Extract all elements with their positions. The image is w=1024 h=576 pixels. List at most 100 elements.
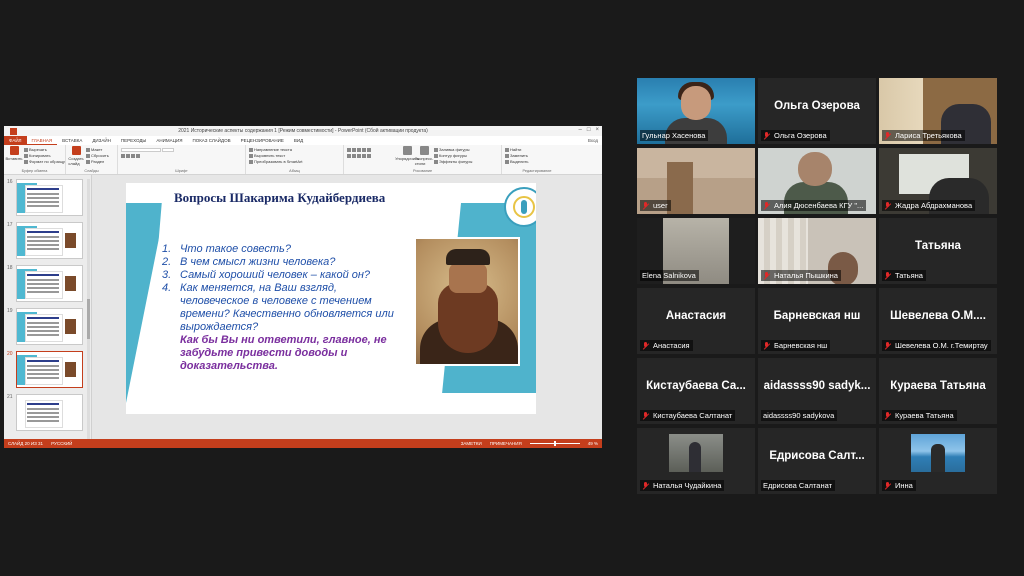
shape-icon[interactable]	[352, 147, 356, 152]
comments-button[interactable]: ПРИМЕЧАНИЯ	[490, 441, 522, 446]
participant-tile[interactable]: aidassss90 sadyk... aidassss90 sadykova	[758, 358, 876, 424]
participant-tile[interactable]: Инна	[879, 428, 997, 494]
language-indicator[interactable]: РУССКИЙ	[51, 441, 72, 446]
font-size-field[interactable]	[162, 147, 174, 152]
shape-icon[interactable]	[367, 147, 371, 152]
tab-animation[interactable]: АНИМАЦИЯ	[151, 136, 187, 145]
reset-button[interactable]: Сбросить	[86, 153, 109, 158]
slide-title[interactable]: Вопросы Шакарима Кудайбердиева	[174, 190, 385, 206]
thumbnails-scrollbar[interactable]	[87, 179, 90, 439]
participant-name-label: Барневская нш	[761, 340, 831, 351]
ppt-title-bar: 2021 Исторические аспекты содержания 1 […	[4, 126, 602, 136]
close-icon[interactable]: ×	[595, 127, 599, 133]
participant-display-name: Барневская нш	[773, 310, 861, 322]
signin-link[interactable]: Вход	[588, 138, 602, 143]
shape-icon[interactable]	[367, 153, 371, 158]
slide-thumbnail[interactable]: 21	[4, 394, 91, 431]
participant-tile[interactable]: Жадра Абдрахманова	[879, 148, 997, 214]
format-painter-button[interactable]: Формат по образцу	[24, 159, 65, 164]
participant-tile[interactable]: Elena Salnikova	[637, 218, 755, 284]
participant-tile[interactable]: Татьяна Татьяна	[879, 218, 997, 284]
copy-button[interactable]: Копировать	[24, 153, 65, 158]
underline-icon[interactable]	[131, 153, 135, 158]
participant-tile[interactable]: Гульнар Хасенова	[637, 78, 755, 144]
slide-thumbnails-pane[interactable]: 16 17 18 19 20 21	[4, 175, 92, 439]
text-direction-button[interactable]: Направление текста	[249, 147, 303, 152]
ribbon-group-font: Шрифт	[118, 145, 246, 174]
participant-name-label: Шевелева О.М. г.Темиртау	[882, 340, 991, 351]
slide-thumbnail[interactable]: 18	[4, 265, 91, 302]
smartart-button[interactable]: Преобразовать в SmartArt	[249, 159, 303, 164]
participant-tile[interactable]: Кистаубаева Са... Кистаубаева Салтанат	[637, 358, 755, 424]
participant-tile[interactable]: Шевелева О.М.... Шевелева О.М. г.Темиртау	[879, 288, 997, 354]
section-button[interactable]: Раздел	[86, 159, 109, 164]
slide-thumbnail[interactable]: 17	[4, 222, 91, 259]
slide-editing-area[interactable]: Вопросы Шакарима Кудайбердиева 1. Что так…	[92, 175, 602, 439]
shape-icon[interactable]	[357, 147, 361, 152]
slide-question-list[interactable]: 1. Что такое совесть? 2. В чем смысл жизни…	[162, 243, 402, 373]
thumbnail-number: 16	[7, 179, 13, 185]
muted-mic-icon	[763, 201, 771, 210]
participant-tile[interactable]: Ольга Озерова Ольга Озерова	[758, 78, 876, 144]
participant-name-label: aidassss90 sadykova	[761, 410, 838, 421]
ribbon-group-clipboard: Вставить Вырезать Копировать Формат по о…	[4, 145, 66, 174]
participant-tile[interactable]: Алия Дюсенбаева КГУ "...	[758, 148, 876, 214]
slide-thumbnail[interactable]: 19	[4, 308, 91, 345]
minimize-icon[interactable]: –	[579, 127, 582, 133]
maximize-icon[interactable]: □	[587, 127, 591, 133]
participant-name: Кураева Татьяна	[895, 411, 954, 420]
shadow-icon[interactable]	[136, 153, 140, 158]
slide-thumbnail-selected[interactable]: 20	[4, 351, 91, 388]
font-name-box[interactable]	[121, 147, 175, 152]
notes-button[interactable]: ЗАМЕТКИ	[461, 441, 482, 446]
shape-icon[interactable]	[347, 153, 351, 158]
shape-fill-button[interactable]: Заливка фигуры	[434, 147, 472, 152]
cut-button[interactable]: Вырезать	[24, 147, 65, 152]
participant-tile[interactable]: Барневская нш Барневская нш	[758, 288, 876, 354]
zoom-slider[interactable]	[529, 441, 580, 446]
participant-tile[interactable]: Наталья Пышкина	[758, 218, 876, 284]
muted-mic-icon	[884, 481, 892, 490]
participant-display-name: Шевелева О.М....	[890, 310, 986, 322]
tab-file[interactable]: ФАЙЛ	[4, 136, 27, 145]
tab-design[interactable]: ДИЗАЙН	[87, 136, 116, 145]
participant-name: Ольга Озерова	[774, 131, 827, 140]
zoom-level[interactable]: 49 %	[588, 441, 598, 446]
tab-home[interactable]: ГЛАВНАЯ	[26, 136, 58, 145]
scissors-icon	[24, 147, 28, 152]
shape-outline-button[interactable]: Контур фигуры	[434, 153, 472, 158]
tab-slideshow[interactable]: ПОКАЗ СЛАЙДОВ	[187, 136, 235, 145]
shape-icon[interactable]	[362, 153, 366, 158]
find-button[interactable]: Найти	[505, 147, 528, 152]
tab-insert[interactable]: ВСТАВКА	[57, 136, 87, 145]
replace-button[interactable]: Заменить	[505, 153, 528, 158]
muted-mic-icon	[642, 481, 650, 490]
participant-tile[interactable]: Наталья Чудайкина	[637, 428, 755, 494]
participant-tile[interactable]: Анастасия Анастасия	[637, 288, 755, 354]
tab-review[interactable]: РЕЦЕНЗИРОВАНИЕ	[236, 136, 289, 145]
shape-icon[interactable]	[357, 153, 361, 158]
find-icon	[505, 147, 509, 152]
bold-icon[interactable]	[121, 153, 125, 158]
align-text-button[interactable]: Выровнять текст	[249, 153, 303, 158]
shape-icon[interactable]	[352, 153, 356, 158]
shared-screen-powerpoint[interactable]: 2021 Исторические аспекты содержания 1 […	[4, 126, 602, 448]
font-name-field[interactable]	[121, 147, 161, 152]
tab-view[interactable]: ВИД	[289, 136, 308, 145]
shape-icon[interactable]	[347, 147, 351, 152]
tab-transitions[interactable]: ПЕРЕХОДЫ	[116, 136, 152, 145]
select-button[interactable]: Выделить	[505, 159, 528, 164]
font-style-buttons[interactable]	[121, 153, 175, 158]
shape-effects-button[interactable]: Эффекты фигуры	[434, 159, 472, 164]
participant-name: Наталья Пышкина	[774, 271, 838, 280]
participant-tile[interactable]: user	[637, 148, 755, 214]
participant-name: Лариса Третьякова	[895, 131, 962, 140]
participant-tile[interactable]: Едрисова Салт... Едрисова Салтанат	[758, 428, 876, 494]
slide-thumbnail[interactable]: 16	[4, 179, 91, 216]
current-slide[interactable]: Вопросы Шакарима Кудайбердиева 1. Что так…	[126, 183, 536, 414]
shape-icon[interactable]	[362, 147, 366, 152]
participant-tile[interactable]: Лариса Третьякова	[879, 78, 997, 144]
italic-icon[interactable]	[126, 153, 130, 158]
participant-tile[interactable]: Кураева Татьяна Кураева Татьяна	[879, 358, 997, 424]
layout-button[interactable]: Макет	[86, 147, 109, 152]
